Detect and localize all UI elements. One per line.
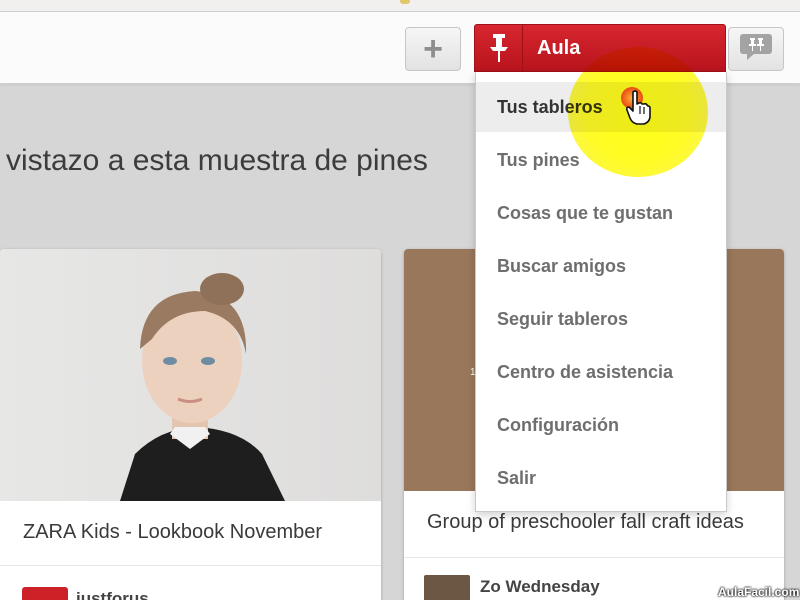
avatar[interactable] [22,587,68,600]
user-name: Aula [537,37,581,59]
page-headline: vistazo a esta muestra de pines [6,144,428,177]
watermark: AulaFacil.com [718,585,800,599]
menu-item-cosas-que-te-gustan[interactable]: Cosas que te gustan [476,188,726,238]
pin-user-name[interactable]: Zo Wednesday [480,577,600,597]
card-divider [404,557,784,558]
pin-title[interactable]: Group of preschooler fall craft ideas [427,511,744,534]
plus-icon: + [423,30,443,68]
hand-cursor-icon [625,90,652,131]
notifications-pins-icon [739,33,773,66]
pin-title[interactable]: ZARA Kids - Lookbook November [23,521,322,544]
add-pin-button[interactable]: + [405,27,461,71]
pin-image[interactable] [0,249,381,501]
menu-item-seguir-tableros[interactable]: Seguir tableros [476,294,726,344]
menu-item-buscar-amigos[interactable]: Buscar amigos [476,241,726,291]
top-decoration [400,0,410,4]
pin-card[interactable]: ZARA Kids - Lookbook November justforus [0,249,381,600]
avatar[interactable] [424,575,470,600]
menu-item-configuracion[interactable]: Configuración [476,400,726,450]
menu-item-centro-de-asistencia[interactable]: Centro de asistencia [476,347,726,397]
browser-top-strip [0,0,800,12]
menu-item-salir[interactable]: Salir [476,453,726,503]
pin-user-name[interactable]: justforus [76,589,149,600]
notifications-button[interactable] [728,27,784,71]
pushpin-icon [475,25,523,71]
card-divider [0,565,381,566]
